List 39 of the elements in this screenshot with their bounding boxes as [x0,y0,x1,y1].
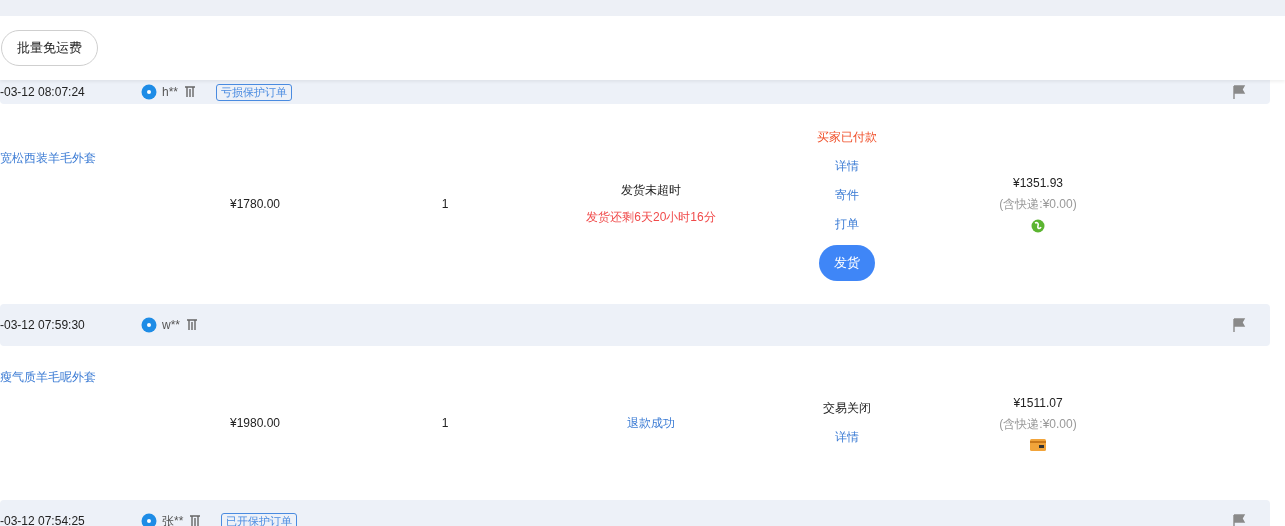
product-title[interactable]: 宽松西装羊毛外套 [0,150,96,167]
unit-price: ¥1780.00 [229,197,281,211]
order-time: -03-12 07:59:30 [0,318,86,332]
wallet-icon [1030,438,1046,451]
flag-icon[interactable] [1232,514,1246,526]
order-total: ¥1351.93 [1012,175,1064,190]
filter-icon[interactable] [186,319,198,331]
action-link[interactable]: 寄件 [835,187,859,204]
filter-icon[interactable] [189,515,202,526]
chat-bubble-icon[interactable] [141,513,157,526]
batch-free-shipping-button[interactable]: 批量免运费 [1,30,98,66]
quantity: 1 [441,416,449,430]
buyer-name[interactable]: h** [162,85,178,99]
order-total: ¥1511.07 [1013,395,1063,410]
shipping-fee: (含快递:¥0.00) [999,195,1077,213]
ship-button[interactable]: 发货 [819,245,875,281]
order-tag: 已开保护订单 [221,512,298,526]
quantity: 1 [441,197,449,211]
buyer-name[interactable]: 张** [162,512,184,526]
shipping-countdown: 发货还剩6天20小时16分 [586,209,716,226]
flag-icon[interactable] [1232,318,1246,332]
chat-bubble-icon[interactable] [141,317,157,333]
shipping-status: 发货未超时 [621,182,681,199]
unit-price: ¥1980.00 [229,416,281,430]
action-link[interactable]: 详情 [835,158,859,175]
order-time: -03-12 08:07:24 [0,85,86,99]
order-status: 交易关闭 [823,400,871,417]
order-time: -03-12 07:54:25 [0,514,86,526]
action-link[interactable]: 打单 [835,216,859,233]
flag-icon[interactable] [1232,85,1246,99]
action-link[interactable]: 详情 [835,429,859,446]
buyer-name[interactable]: w** [162,318,180,332]
order-status: 买家已付款 [817,129,877,146]
shipping-fee: (含快递:¥0.00) [999,415,1077,433]
refund-status-link[interactable]: 退款成功 [627,414,675,432]
order-tag: 亏损保护订单 [216,83,292,101]
filter-icon[interactable] [184,86,196,98]
product-title[interactable]: 瘦气质羊毛呢外套 [0,369,96,386]
chat-bubble-icon[interactable] [141,84,157,100]
